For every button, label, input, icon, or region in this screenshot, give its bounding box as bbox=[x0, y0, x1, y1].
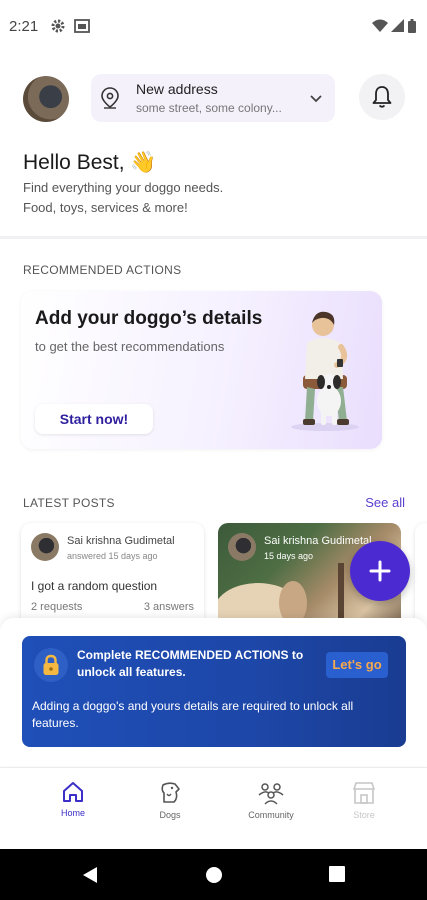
nav-label-store: Store bbox=[353, 810, 375, 820]
greeting-subtitle-line2: Food, toys, services & more! bbox=[23, 200, 188, 215]
bottom-navigation: Home Dogs Community Store bbox=[0, 767, 427, 849]
latest-posts-section-title: LATEST POSTS bbox=[23, 496, 115, 510]
banner-title: Complete RECOMMENDED ACTIONS to unlock a… bbox=[77, 648, 304, 679]
wifi-icon bbox=[372, 19, 388, 37]
post-card[interactable]: Sai krishna Gudimetal answered 15 days a… bbox=[21, 523, 204, 633]
nav-item-dogs[interactable]: Dogs bbox=[130, 780, 210, 820]
settings-gear-icon bbox=[51, 19, 65, 38]
post-answers-count: 3 answers bbox=[143, 601, 194, 613]
avatar[interactable] bbox=[23, 76, 69, 122]
unlock-features-banner[interactable]: Complete RECOMMENDED ACTIONS to unlock a… bbox=[22, 636, 406, 747]
app-header: New address some street, some colony... bbox=[0, 74, 427, 124]
add-post-button[interactable] bbox=[350, 541, 410, 601]
status-bar: 2:21 bbox=[0, 0, 427, 54]
post-card[interactable] bbox=[415, 523, 427, 633]
nav-label-community: Community bbox=[248, 810, 294, 820]
recommended-card-subtitle: to get the best recommendations bbox=[35, 339, 225, 354]
greeting-subtitle-line1: Find everything your doggo needs. bbox=[23, 180, 224, 195]
person-with-dog-illustration bbox=[291, 311, 359, 431]
nav-item-home[interactable]: Home bbox=[33, 780, 113, 818]
address-selector[interactable]: New address some street, some colony... bbox=[91, 74, 335, 122]
community-icon bbox=[258, 783, 284, 805]
status-time: 2:21 bbox=[9, 18, 39, 35]
start-now-button[interactable]: Start now! bbox=[35, 404, 153, 434]
post-meta: 15 days ago bbox=[264, 551, 314, 561]
nav-item-community[interactable]: Community bbox=[231, 780, 311, 820]
post-requests-count: 2 requests bbox=[31, 601, 83, 613]
system-navigation-bar bbox=[0, 849, 427, 900]
banner-subtitle: Adding a doggo's and yours details are r… bbox=[32, 699, 354, 730]
dog-icon bbox=[161, 782, 180, 803]
address-title: New address bbox=[136, 81, 218, 97]
store-icon bbox=[353, 782, 375, 804]
unlock-features-sheet: Complete RECOMMENDED ACTIONS to unlock a… bbox=[0, 618, 427, 766]
section-divider bbox=[0, 236, 427, 239]
bell-icon bbox=[372, 86, 392, 108]
recents-icon[interactable] bbox=[329, 866, 345, 882]
lock-icon bbox=[34, 648, 68, 682]
screenshot-icon bbox=[74, 19, 90, 38]
nav-label-dogs: Dogs bbox=[159, 810, 181, 820]
address-subtitle: some street, some colony... bbox=[136, 101, 282, 115]
back-icon[interactable] bbox=[82, 866, 98, 884]
see-all-link[interactable]: See all bbox=[365, 495, 405, 510]
recommended-action-card[interactable]: Add your doggo’s details to get the best… bbox=[21, 291, 382, 449]
lets-go-button[interactable]: Let's go bbox=[326, 652, 388, 678]
post-question: I got a random question bbox=[31, 579, 158, 593]
plus-icon bbox=[369, 560, 391, 582]
location-pin-icon bbox=[100, 87, 120, 114]
signal-icon bbox=[391, 19, 404, 37]
nav-label-home: Home bbox=[60, 808, 85, 818]
post-author-name: Sai krishna Gudimetal bbox=[264, 535, 372, 547]
post-author-avatar bbox=[228, 533, 256, 561]
recommended-section-title: RECOMMENDED ACTIONS bbox=[23, 263, 182, 277]
post-author-avatar bbox=[31, 533, 59, 561]
recommended-card-title: Add your doggo’s details bbox=[35, 308, 263, 329]
battery-icon bbox=[408, 19, 416, 38]
notifications-button[interactable] bbox=[359, 74, 405, 120]
post-meta: answered 15 days ago bbox=[67, 551, 158, 561]
chevron-down-icon bbox=[309, 91, 323, 109]
nav-item-store[interactable]: Store bbox=[324, 780, 404, 820]
home-circle-icon[interactable] bbox=[205, 866, 223, 884]
post-author-name: Sai krishna Gudimetal bbox=[67, 535, 175, 547]
home-icon bbox=[63, 782, 83, 802]
greeting-title: Hello Best, 👋 bbox=[23, 151, 157, 174]
